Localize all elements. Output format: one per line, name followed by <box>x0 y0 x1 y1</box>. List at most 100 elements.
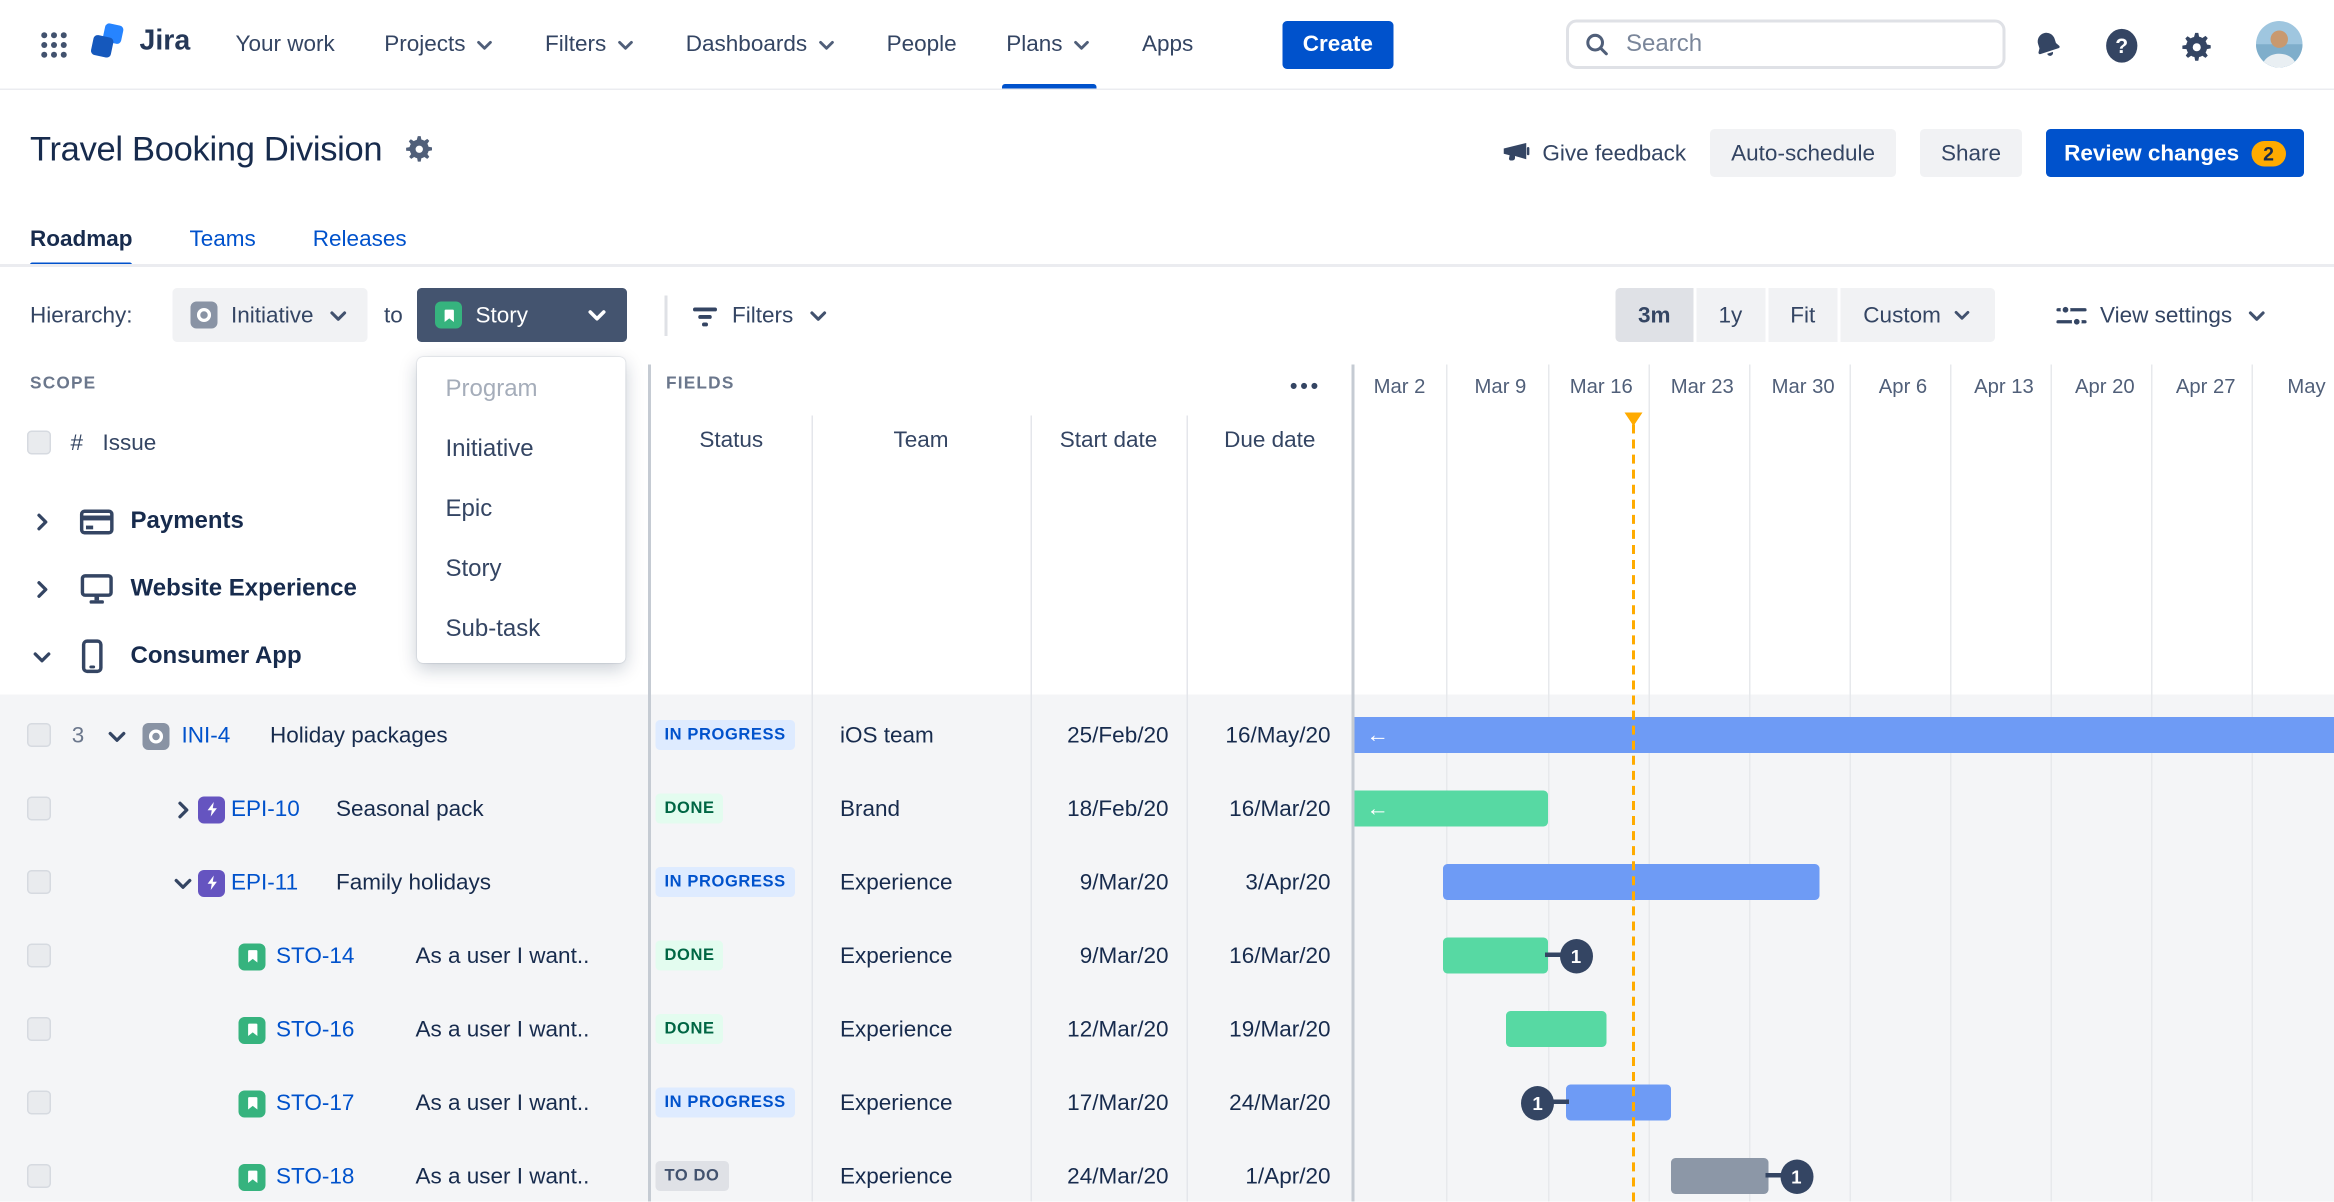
issue-key-link[interactable]: EPI-11 <box>231 846 298 920</box>
nav-item-filters[interactable]: Filters <box>545 0 636 89</box>
auto-schedule-button[interactable]: Auto-schedule <box>1710 129 1897 177</box>
chevron-right-icon[interactable] <box>30 509 54 533</box>
today-marker-triangle <box>1624 412 1643 426</box>
timeline-tick-label: Apr 27 <box>2175 375 2236 398</box>
dependency-count-badge[interactable]: 1 <box>1559 939 1593 974</box>
dropdown-option-program: Program <box>445 376 538 403</box>
zoom-option-fit[interactable]: Fit <box>1767 288 1838 342</box>
user-avatar[interactable] <box>2256 21 2303 75</box>
tab-releases[interactable]: Releases <box>313 210 407 267</box>
status-badge: DONE <box>655 793 724 824</box>
chevron-down-icon[interactable] <box>30 644 54 668</box>
status-badge: IN PROGRESS <box>655 720 795 750</box>
gantt-bar-ini-4[interactable]: ← <box>1354 717 2334 753</box>
tab-teams[interactable]: Teams <box>190 210 256 267</box>
sliders-icon <box>2056 303 2087 329</box>
row-checkbox[interactable] <box>27 1164 51 1188</box>
zoom-option-1y[interactable]: 1y <box>1696 288 1765 342</box>
nav-item-people[interactable]: People <box>887 0 957 89</box>
review-changes-button[interactable]: Review changes 2 <box>2046 129 2304 177</box>
create-button[interactable]: Create <box>1281 20 1394 69</box>
dropdown-option-story[interactable]: Story <box>417 540 626 600</box>
scope-fields-divider[interactable] <box>648 364 651 1202</box>
issue-key-link[interactable]: STO-16 <box>276 993 354 1067</box>
help-icon[interactable]: ? <box>2103 27 2141 72</box>
zoom-option-3m[interactable]: 3m <box>1615 288 1694 342</box>
team-cell: Experience <box>840 870 953 896</box>
zoom-option-custom[interactable]: Custom <box>1840 288 1995 342</box>
view-settings-button[interactable]: View settings <box>2056 279 2269 353</box>
start-date-cell: 24/Mar/20 <box>1067 1164 1169 1190</box>
group-name: Consumer App <box>130 642 302 669</box>
app-switcher-icon[interactable] <box>41 32 68 67</box>
row-checkbox[interactable] <box>27 796 51 821</box>
issue-summary: Family holidays <box>336 870 492 896</box>
fields-panel-label: FIELDS <box>666 375 735 393</box>
nav-item-projects[interactable]: Projects <box>384 0 495 89</box>
story-icon <box>238 1089 266 1117</box>
nav-item-your-work[interactable]: Your work <box>236 0 335 89</box>
chevron-down-icon <box>1951 305 1972 326</box>
start-date-cell: 9/Mar/20 <box>1079 870 1169 896</box>
due-date-cell: 1/Apr/20 <box>1245 1164 1331 1190</box>
credit-card-icon <box>79 506 115 536</box>
nav-item-plans[interactable]: Plans <box>1001 0 1097 89</box>
search-input[interactable] <box>1623 29 1929 60</box>
team-cell: Experience <box>840 943 953 970</box>
share-button[interactable]: Share <box>1920 129 2023 177</box>
field-column-header-due-date: Due date <box>1224 427 1316 454</box>
gantt-bar-sto-18[interactable] <box>1670 1158 1768 1194</box>
gantt-bar-sto-14[interactable] <box>1442 937 1548 974</box>
chevron-right-icon[interactable] <box>171 773 195 847</box>
notifications-icon[interactable] <box>2031 29 2064 70</box>
dependency-count-badge[interactable]: 1 <box>1779 1159 1813 1194</box>
hierarchy-from-select[interactable]: Initiative <box>172 288 368 342</box>
select-all-checkbox[interactable] <box>27 430 51 455</box>
issue-key-link[interactable]: STO-18 <box>276 1140 354 1202</box>
dropdown-option-initiative[interactable]: Initiative <box>417 420 626 480</box>
row-checkbox[interactable] <box>27 870 51 894</box>
fields-more-button[interactable]: ••• <box>1290 374 1321 398</box>
timeline-tick-label: Mar 9 <box>1474 375 1527 398</box>
dropdown-option-epic[interactable]: Epic <box>417 480 626 540</box>
dependency-count-badge[interactable]: 1 <box>1521 1086 1555 1121</box>
roadmap-content: SCOPE FIELDS ••• # Issue Status Team Start… <box>0 352 2334 1202</box>
zoom-option-label: Fit <box>1790 302 1816 328</box>
jira-logo[interactable]: Jira <box>87 21 190 62</box>
tab-roadmap[interactable]: Roadmap <box>30 210 134 267</box>
nav-item-apps[interactable]: Apps <box>1142 0 1193 89</box>
global-search[interactable] <box>1566 19 2006 69</box>
today-marker-line <box>1631 424 1635 1202</box>
timeline-zoom-group: 3m 1y Fit Custom <box>1615 288 1995 342</box>
gantt-bar-sto-17[interactable] <box>1566 1084 1671 1121</box>
fields-timeline-divider[interactable] <box>1351 364 1355 1202</box>
start-date-cell: 17/Mar/20 <box>1067 1090 1169 1117</box>
issue-key-link[interactable]: INI-4 <box>182 699 231 773</box>
status-badge: IN PROGRESS <box>655 1087 795 1118</box>
issue-key-link[interactable]: STO-14 <box>276 920 354 994</box>
nav-item-dashboards[interactable]: Dashboards <box>686 0 837 89</box>
issue-row-sto-16: STO-16 As a user I want.. DONE Experience 12… <box>0 993 2334 1067</box>
issue-key-link[interactable]: STO-17 <box>276 1067 354 1141</box>
row-checkbox[interactable] <box>27 1017 51 1041</box>
give-feedback-button[interactable]: Give feedback <box>1500 138 1686 168</box>
gantt-bar-epi-10[interactable]: ← <box>1354 790 1548 827</box>
issue-key-link[interactable]: EPI-10 <box>231 773 300 847</box>
chevron-down-icon[interactable] <box>171 846 195 920</box>
filters-button[interactable]: Filters <box>692 279 830 353</box>
give-feedback-label: Give feedback <box>1542 140 1687 166</box>
zoom-option-label: 3m <box>1638 302 1671 328</box>
row-checkbox[interactable] <box>27 1090 51 1115</box>
gantt-bar-sto-16[interactable] <box>1505 1011 1608 1047</box>
status-badge: DONE <box>655 940 724 971</box>
plan-settings-gear-icon[interactable] <box>403 134 435 166</box>
hierarchy-to-select[interactable]: Story <box>417 288 627 342</box>
row-checkbox[interactable] <box>27 943 51 968</box>
row-checkbox[interactable] <box>27 723 51 747</box>
chevron-down-icon[interactable] <box>105 699 129 773</box>
settings-gear-icon[interactable] <box>2180 30 2215 72</box>
chevron-right-icon[interactable] <box>30 577 54 601</box>
hierarchy-label: Hierarchy: <box>30 303 133 329</box>
issue-row-sto-17: STO-17 As a user I want.. IN PROGRESS Exper… <box>0 1067 2334 1141</box>
dropdown-option-sub-task[interactable]: Sub-task <box>417 600 626 660</box>
